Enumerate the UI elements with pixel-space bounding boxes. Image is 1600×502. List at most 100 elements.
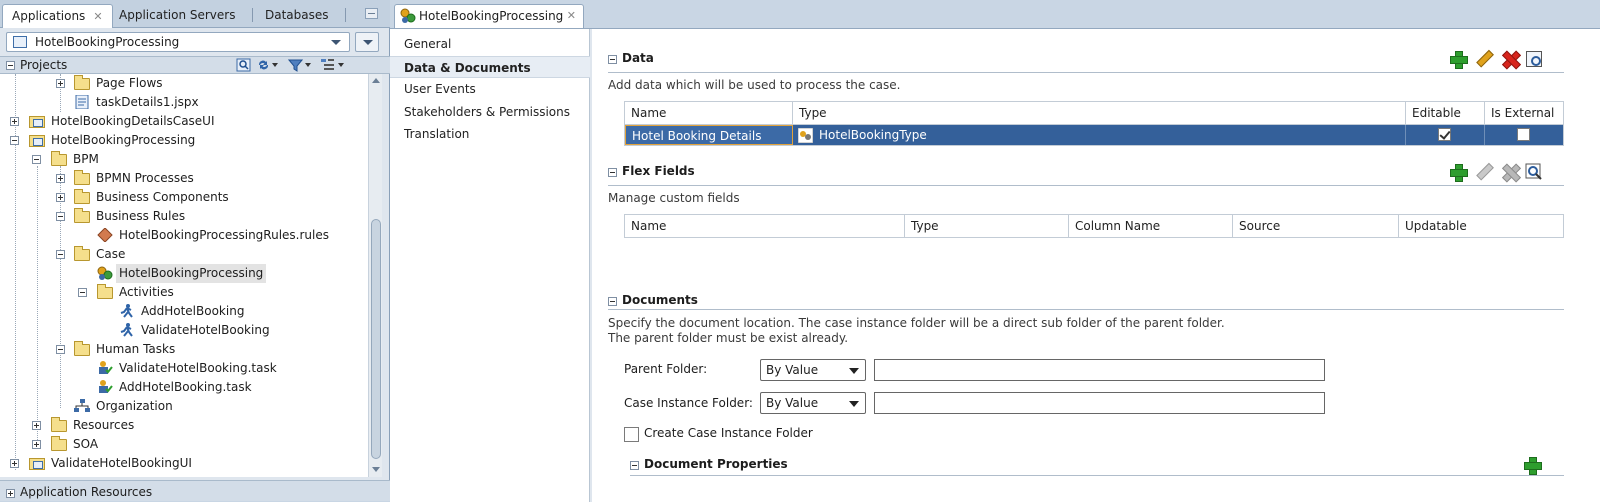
project-icon [29, 458, 45, 470]
collapse-icon[interactable] [630, 461, 639, 470]
case-editor: HotelBookingProcessing ✕ General Data & … [390, 0, 1600, 502]
add-icon[interactable] [1448, 49, 1468, 69]
collapse-icon[interactable] [608, 297, 617, 306]
projects-header[interactable]: Projects [0, 56, 390, 74]
tree-scrollbar[interactable] [368, 74, 382, 477]
nav-item-stakeholders-permissions[interactable]: Stakeholders & Permissions [390, 101, 590, 123]
application-menu-button[interactable] [355, 32, 379, 52]
case-instance-mode-select[interactable]: By Value [760, 392, 866, 414]
column-header-source[interactable]: Source [1233, 215, 1399, 237]
cell-is-external[interactable] [1485, 125, 1563, 145]
create-case-instance-folder-label: Create Case Instance Folder [644, 426, 813, 440]
tree-item-label: Human Tasks [96, 342, 176, 356]
add-icon[interactable] [1522, 455, 1542, 475]
tree-guide-line [37, 166, 38, 440]
collapse-icon[interactable] [32, 155, 41, 164]
scrollbar-thumb[interactable] [371, 219, 381, 459]
column-header-column-name[interactable]: Column Name [1069, 215, 1233, 237]
collapse-icon[interactable] [608, 168, 617, 177]
column-header-updatable[interactable]: Updatable [1399, 215, 1563, 237]
search-icon[interactable] [1524, 162, 1544, 182]
application-resources-header[interactable]: Application Resources [0, 480, 390, 501]
create-case-instance-folder-checkbox[interactable] [624, 427, 639, 442]
cell-editable[interactable] [1406, 125, 1485, 145]
chevron-down-icon[interactable] [305, 63, 311, 67]
tab-databases-label: Databases [265, 8, 329, 22]
expand-icon[interactable] [56, 174, 65, 183]
tab-applications[interactable]: Applications ✕ [2, 4, 113, 28]
minimize-icon[interactable] [365, 8, 378, 19]
close-icon[interactable]: ✕ [93, 10, 102, 23]
column-header-type[interactable]: Type [905, 215, 1069, 237]
delete-icon [1500, 162, 1520, 182]
collapse-icon[interactable] [10, 136, 19, 145]
tab-application-servers[interactable]: Application Servers [110, 4, 244, 28]
collapse-icon[interactable] [78, 288, 87, 297]
browse-icon[interactable] [1526, 51, 1542, 67]
nav-item-translation[interactable]: Translation [390, 123, 590, 145]
column-header-type[interactable]: Type [793, 102, 1406, 124]
expand-icon[interactable] [32, 421, 41, 430]
expand-icon[interactable] [56, 79, 65, 88]
editable-checkbox[interactable] [1438, 128, 1451, 141]
find-icon[interactable] [236, 58, 251, 72]
sync-icon[interactable] [256, 58, 271, 72]
close-icon[interactable]: ✕ [567, 9, 576, 22]
section-divider [608, 72, 1564, 73]
expand-icon[interactable] [10, 459, 19, 468]
tree-guide-line [15, 74, 16, 470]
case-instance-folder-input[interactable] [874, 392, 1325, 414]
collapse-icon[interactable] [56, 212, 65, 221]
tree-item-label: Organization [96, 399, 173, 413]
case-instance-mode-value: By Value [766, 396, 819, 410]
collapse-icon[interactable] [6, 61, 15, 70]
documents-description-line1: Specify the document location. The case … [608, 316, 1225, 330]
collapse-icon[interactable] [608, 55, 617, 64]
application-selector[interactable]: HotelBookingProcessing [6, 32, 350, 52]
column-header-name[interactable]: Name [625, 215, 905, 237]
tab-separator [252, 8, 253, 22]
tree-item-label: ValidateHotelBookingUI [51, 456, 192, 470]
nav-item-general[interactable]: General [390, 33, 590, 55]
scroll-down-icon[interactable] [372, 467, 380, 472]
nav-item-user-events[interactable]: User Events [390, 78, 590, 100]
project-icon [29, 116, 45, 128]
document-properties-header[interactable]: Document Properties [630, 457, 1230, 475]
chevron-down-icon[interactable] [338, 63, 344, 67]
table-row[interactable]: Hotel Booking Details HotelBookingType [625, 125, 1563, 145]
folder-icon [97, 284, 113, 299]
cell-type[interactable]: HotelBookingType [793, 125, 1406, 145]
flex-fields-description: Manage custom fields [608, 191, 740, 205]
expand-icon[interactable] [56, 193, 65, 202]
data-section-header[interactable]: Data [608, 51, 1208, 69]
projects-label: Projects [20, 58, 68, 72]
chevron-down-icon[interactable] [272, 63, 278, 67]
cell-name[interactable]: Hotel Booking Details [625, 125, 793, 145]
flex-fields-section-header[interactable]: Flex Fields [608, 164, 1208, 182]
rules-folder-icon [74, 208, 90, 223]
business-object-icon [798, 128, 813, 143]
editor-tab-hotelbookingprocessing[interactable]: HotelBookingProcessing ✕ [394, 4, 584, 28]
parent-folder-mode-select[interactable]: By Value [760, 359, 866, 381]
tree-item-label: Business Components [96, 190, 229, 204]
tab-databases[interactable]: Databases [256, 4, 338, 28]
jspx-file-icon [75, 95, 89, 109]
navigator-tab-bar: Applications ✕ Application Servers Databa… [0, 0, 390, 28]
view-options-icon[interactable] [320, 58, 335, 72]
expand-icon[interactable] [10, 117, 19, 126]
scroll-up-icon[interactable] [372, 78, 380, 83]
expand-icon[interactable] [6, 489, 15, 498]
collapse-icon[interactable] [56, 250, 65, 259]
column-header-is-external[interactable]: Is External [1485, 102, 1563, 124]
delete-icon[interactable] [1500, 49, 1520, 69]
column-header-editable[interactable]: Editable [1406, 102, 1485, 124]
collapse-icon[interactable] [56, 345, 65, 354]
parent-folder-input[interactable] [874, 359, 1325, 381]
add-icon[interactable] [1448, 162, 1468, 182]
nav-item-data-documents[interactable]: Data & Documents [390, 56, 590, 78]
is-external-checkbox[interactable] [1517, 128, 1530, 141]
column-header-name[interactable]: Name [625, 102, 793, 124]
filter-icon[interactable] [288, 58, 303, 72]
edit-icon[interactable] [1470, 45, 1498, 73]
expand-icon[interactable] [32, 440, 41, 449]
